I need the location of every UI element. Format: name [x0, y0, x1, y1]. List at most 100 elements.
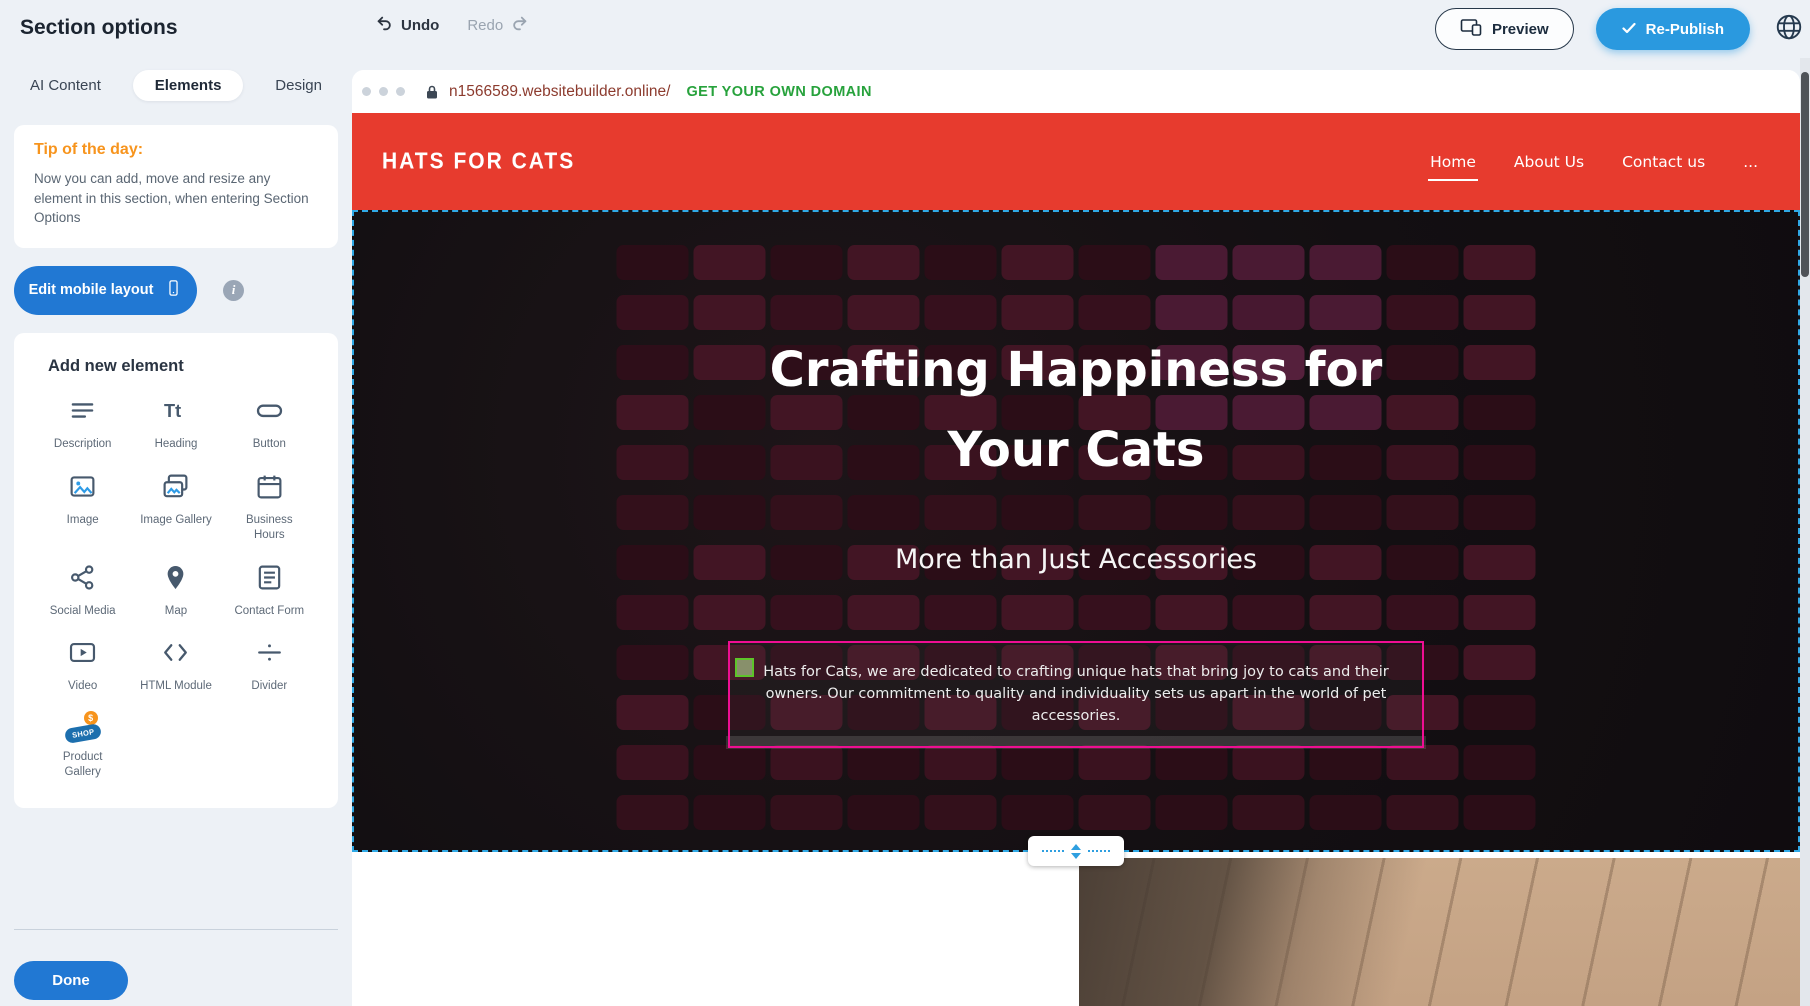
mobile-layout-row: Edit mobile layout i: [14, 266, 338, 315]
tab-ai-content[interactable]: AI Content: [30, 70, 101, 101]
element-item-divider[interactable]: Divider: [223, 638, 316, 694]
language-globe-button[interactable]: [1772, 12, 1806, 46]
tile: [694, 245, 766, 280]
element-item-social-media[interactable]: Social Media: [36, 563, 129, 619]
tile: [1464, 595, 1536, 630]
scrollbar-thumb[interactable]: [1801, 72, 1809, 277]
svg-text:Tt: Tt: [165, 401, 182, 421]
tab-elements[interactable]: Elements: [133, 70, 244, 101]
tile: [1079, 745, 1151, 780]
site-url[interactable]: n1566589.websitebuilder.online/: [449, 83, 670, 101]
tile: [1156, 795, 1228, 830]
tile: [1156, 595, 1228, 630]
preview-button[interactable]: Preview: [1435, 8, 1574, 50]
tile: [1079, 245, 1151, 280]
tile: [1233, 745, 1305, 780]
hero-text-element-selected[interactable]: Hats for Cats, we are dedicated to craft…: [728, 641, 1424, 748]
next-section[interactable]: [352, 852, 1800, 1006]
get-domain-link[interactable]: GET YOUR OWN DOMAIN: [686, 84, 871, 100]
info-icon[interactable]: i: [223, 280, 244, 301]
tile: [1464, 795, 1536, 830]
tile: [771, 495, 843, 530]
tile: [1233, 245, 1305, 280]
tile: [1002, 795, 1074, 830]
lock-icon: [425, 84, 439, 100]
element-label: Contact Form: [234, 604, 304, 619]
element-item-description[interactable]: Description: [36, 396, 129, 452]
undo-button[interactable]: Undo: [375, 14, 439, 36]
tile: [1156, 495, 1228, 530]
hero-heading[interactable]: Crafting Happiness for Your Cats: [726, 330, 1426, 490]
tile: [617, 695, 689, 730]
site-logo[interactable]: HATS FOR CATS: [382, 148, 575, 175]
edit-mobile-layout-button[interactable]: Edit mobile layout: [14, 266, 197, 315]
element-item-image[interactable]: Image: [36, 472, 129, 528]
section-resize-handle[interactable]: [1028, 836, 1124, 866]
tab-design[interactable]: Design: [275, 70, 322, 101]
element-drag-handle[interactable]: [735, 658, 754, 677]
nav-item-more[interactable]: ...: [1743, 153, 1758, 171]
element-label: Business Hours: [231, 513, 307, 543]
tile: [1002, 595, 1074, 630]
redo-button[interactable]: Redo: [467, 14, 529, 36]
tile: [617, 395, 689, 430]
tile: [1079, 595, 1151, 630]
element-item-map[interactable]: Map: [129, 563, 222, 619]
hero-section-selected[interactable]: Crafting Happiness for Your Cats More th…: [352, 210, 1800, 852]
done-button[interactable]: Done: [14, 961, 128, 1000]
tile: [1464, 245, 1536, 280]
tip-body: Now you can add, move and resize any ele…: [34, 169, 318, 228]
history-controls: Undo Redo: [375, 14, 529, 36]
republish-button[interactable]: Re-Publish: [1596, 8, 1750, 50]
check-icon: [1622, 21, 1636, 38]
undo-label: Undo: [401, 17, 439, 34]
tile: [1464, 295, 1536, 330]
tile: [1079, 795, 1151, 830]
topbar-actions: Preview Re-Publish: [1435, 8, 1806, 50]
tile: [925, 595, 997, 630]
tile: [1387, 245, 1459, 280]
tile: [1233, 495, 1305, 530]
image-icon: [68, 472, 97, 506]
undo-icon: [375, 14, 393, 36]
tile: [1156, 295, 1228, 330]
element-label: Button: [253, 437, 286, 452]
element-label: Map: [165, 604, 187, 619]
hero-paragraph[interactable]: Hats for Cats, we are dedicated to craft…: [742, 662, 1410, 727]
preview-label: Preview: [1492, 21, 1549, 38]
globe-icon: [1774, 12, 1804, 47]
element-item-contact-form[interactable]: Contact Form: [223, 563, 316, 619]
add-element-heading: Add new element: [48, 357, 316, 376]
site-header[interactable]: HATS FOR CATS Home About Us Contact us .…: [352, 113, 1800, 210]
description-icon: [68, 396, 97, 430]
tile: [925, 295, 997, 330]
video-icon: [68, 638, 97, 672]
tile: [694, 495, 766, 530]
element-item-business-hours[interactable]: Business Hours: [223, 472, 316, 543]
element-item-heading[interactable]: Tt Heading: [129, 396, 222, 452]
element-item-html-module[interactable]: HTML Module: [129, 638, 222, 694]
tile: [925, 495, 997, 530]
hero-subheading[interactable]: More than Just Accessories: [354, 544, 1798, 575]
window-dots: [362, 87, 405, 96]
product-gallery-icon: $ SHOP: [65, 714, 101, 743]
element-item-image-gallery[interactable]: Image Gallery: [129, 472, 222, 528]
element-item-video[interactable]: Video: [36, 638, 129, 694]
vertical-scrollbar[interactable]: [1800, 58, 1810, 1006]
tile: [1464, 645, 1536, 680]
window-dot: [379, 87, 388, 96]
site-nav: Home About Us Contact us ...: [1430, 153, 1758, 171]
element-palette: Description Tt Heading Button: [36, 396, 316, 781]
business-hours-icon: [255, 472, 284, 506]
topbar: Section options Undo Redo Preview: [0, 0, 1810, 58]
tile: [694, 295, 766, 330]
element-item-product-gallery[interactable]: $ SHOP Product Gallery: [36, 714, 129, 780]
sidebar-divider: [14, 929, 338, 930]
tile: [1464, 345, 1536, 380]
divider-icon: [255, 638, 284, 672]
nav-item-home[interactable]: Home: [1430, 153, 1476, 171]
tile: [771, 745, 843, 780]
nav-item-contact-us[interactable]: Contact us: [1622, 153, 1705, 171]
nav-item-about-us[interactable]: About Us: [1514, 153, 1584, 171]
element-item-button[interactable]: Button: [223, 396, 316, 452]
